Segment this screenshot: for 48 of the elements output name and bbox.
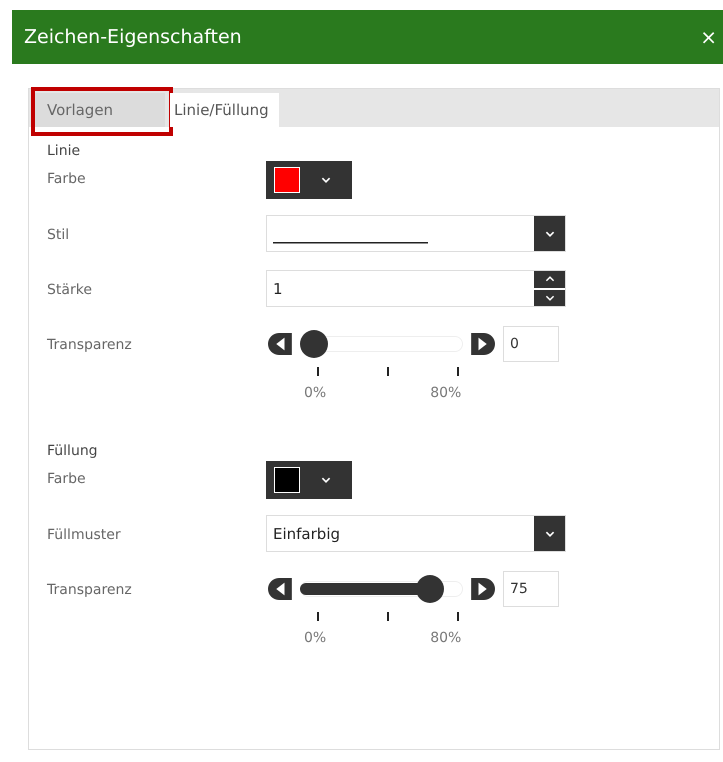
- slider-track[interactable]: [300, 330, 463, 358]
- tick-label: 0%: [304, 385, 326, 401]
- slider-thumb[interactable]: [300, 330, 328, 358]
- chevron-down-icon: [544, 230, 556, 238]
- step-right-button[interactable]: [471, 333, 497, 355]
- color-picker[interactable]: [266, 161, 352, 199]
- tick-label: 80%: [430, 630, 462, 646]
- tab[interactable]: Linie/Füllung: [170, 93, 279, 127]
- dropdown-field[interactable]: [266, 215, 566, 252]
- step-left-button[interactable]: [266, 333, 292, 355]
- field-label: Füllmuster: [47, 526, 122, 543]
- field-label: Stärke: [47, 281, 93, 298]
- dropdown-field[interactable]: Einfarbig: [266, 515, 566, 552]
- number-field[interactable]: 1: [266, 270, 566, 307]
- window-title: Zeichen-Eigenschaften: [24, 26, 242, 48]
- value-field[interactable]: 75: [503, 571, 559, 607]
- field-label: Transparenz: [47, 581, 133, 598]
- value-field[interactable]: 0: [503, 326, 559, 362]
- chevron-up-icon: [544, 275, 556, 284]
- chevron-down-icon: [544, 294, 556, 302]
- chevron-down-icon: [544, 530, 556, 538]
- tick-mark: [457, 367, 459, 376]
- field-label: Stil: [47, 226, 70, 243]
- tick-label: 0%: [304, 630, 326, 646]
- close-button[interactable]: ×: [696, 25, 721, 49]
- field-value: Einfarbig: [273, 524, 340, 542]
- tick-mark: [387, 612, 389, 621]
- tick-mark: [457, 612, 459, 621]
- field-label: Farbe: [47, 470, 87, 487]
- tick-mark: [387, 367, 389, 376]
- tab[interactable]: Vorlagen: [33, 93, 165, 127]
- section-title: Füllung: [47, 443, 99, 461]
- section-title: Linie: [47, 143, 82, 161]
- step-right-button[interactable]: [471, 578, 497, 600]
- chevron-down-icon: [320, 176, 332, 184]
- tick-mark: [317, 612, 319, 621]
- field-value: 1: [273, 280, 283, 298]
- spin-up-button[interactable]: [534, 271, 565, 288]
- field-label: Transparenz: [47, 336, 133, 353]
- slider-track[interactable]: [300, 575, 463, 603]
- tick-label: 80%: [430, 385, 462, 401]
- slider-thumb[interactable]: [416, 575, 444, 603]
- chevron-down-icon: [320, 476, 332, 484]
- field-label: Farbe: [47, 170, 87, 187]
- step-left-button[interactable]: [266, 578, 292, 600]
- spin-down-button[interactable]: [534, 290, 565, 306]
- color-picker[interactable]: [266, 461, 352, 499]
- tick-mark: [317, 367, 319, 376]
